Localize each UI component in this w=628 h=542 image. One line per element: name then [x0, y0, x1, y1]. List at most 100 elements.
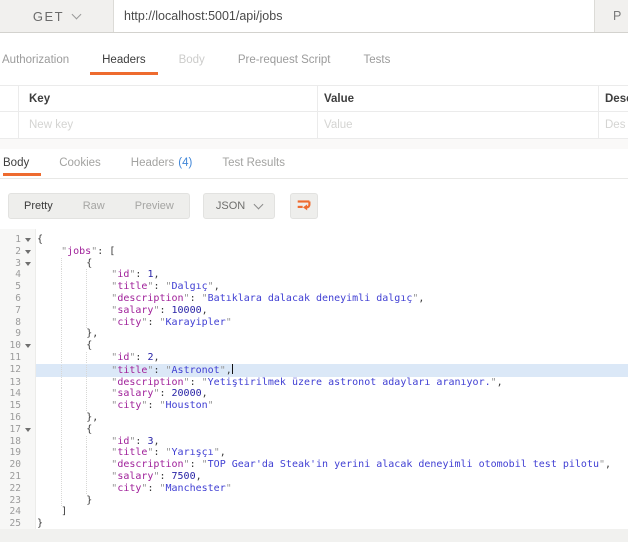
line-number: 3 [15, 257, 21, 269]
line-number: 1 [15, 234, 21, 245]
code-line[interactable]: 1{ [0, 234, 628, 246]
new-description-input[interactable] [605, 119, 628, 131]
request-tab-headers[interactable]: Headers [90, 52, 158, 75]
code-line[interactable]: 11 "id": 2, [0, 351, 628, 364]
code-line[interactable]: 15 "city": "Houston" [0, 400, 628, 412]
code-line[interactable]: 14 "salary": 20000, [0, 388, 628, 400]
request-tab-authorization[interactable]: Authorization [2, 52, 81, 75]
line-number: 5 [15, 281, 21, 293]
code-line[interactable]: 21 "salary": 7500, [0, 470, 628, 483]
response-tab-headers[interactable]: Headers (4) [119, 156, 205, 176]
code-line[interactable]: 2 "jobs": [ [0, 246, 628, 258]
url-field-wrap [113, 0, 595, 32]
code-text: }, [36, 411, 628, 424]
code-text: { [36, 423, 628, 436]
request-tab-tests[interactable]: Tests [352, 52, 403, 75]
line-number: 19 [9, 447, 21, 459]
code-line[interactable]: 18 "id": 3, [0, 435, 628, 448]
code-line[interactable]: 3 { [0, 257, 628, 270]
code-text: "description": "TOP Gear'da Steak'in yer… [36, 459, 628, 471]
line-number: 15 [9, 400, 21, 412]
code-text: ] [37, 506, 68, 518]
new-key-input[interactable] [29, 119, 317, 131]
line-number: 8 [15, 316, 21, 328]
request-tab-body[interactable]: Body [167, 52, 217, 75]
code-line[interactable]: 12 "title": "Astronot", [0, 363, 628, 377]
line-number: 21 [9, 470, 21, 482]
code-text: "id": 3, [36, 435, 628, 448]
value-column-header: Value [317, 86, 598, 111]
code-line[interactable]: 5 "title": "Dalgıç", [0, 281, 628, 293]
code-text: "city": "Houston" [36, 400, 628, 412]
view-mode-preview[interactable]: Preview [120, 194, 189, 218]
code-text: { [36, 340, 628, 352]
request-tab-pre-request-script[interactable]: Pre-request Script [226, 52, 343, 75]
line-number: 12 [9, 363, 21, 375]
code-line[interactable]: 8 "city": "Karayipler" [0, 316, 628, 329]
code-text: "id": 2, [36, 351, 628, 364]
fold-arrow-icon[interactable] [21, 340, 36, 352]
code-line[interactable]: 7 "salary": 10000, [0, 304, 628, 317]
new-value-input[interactable] [324, 119, 598, 131]
code-text: "description": "Batıklara dalacak deneyi… [36, 292, 628, 305]
method-dropdown[interactable]: GET [0, 0, 113, 32]
fold-arrow-icon[interactable] [21, 424, 36, 436]
code-line[interactable]: 4 "id": 1, [0, 269, 628, 281]
code-line[interactable]: 13 "description": "Yetiştirilmek üzere a… [0, 376, 628, 389]
fold-arrow-icon[interactable] [21, 258, 36, 270]
response-body-editor[interactable]: 1{2 "jobs": [3 {4 "id": 1, 5 "title": "Da… [0, 229, 628, 529]
code-line[interactable]: 6 "description": "Batıklara dalacak dene… [0, 292, 628, 305]
code-line[interactable]: 20 "description": "TOP Gear'da Steak'in … [0, 459, 628, 471]
wrap-lines-button[interactable] [290, 193, 319, 219]
view-mode-raw[interactable]: Raw [68, 194, 120, 218]
code-line[interactable]: 19 "title": "Yarışçı", [0, 447, 628, 459]
row-handle-column [0, 86, 19, 111]
code-line[interactable]: 25} [0, 518, 628, 529]
code-text: { [37, 234, 44, 245]
response-tab-cookies[interactable]: Cookies [47, 156, 113, 176]
code-text: "title": "Astronot", [36, 363, 628, 377]
key-column-header: Key [29, 92, 51, 105]
row-handle [0, 112, 19, 138]
code-line[interactable]: 16 }, [0, 411, 628, 424]
line-number: 9 [15, 328, 21, 340]
code-line[interactable]: 24 ] [0, 506, 628, 518]
bottom-strip [0, 529, 628, 542]
code-text: "city": "Karayipler" [36, 316, 628, 329]
code-line[interactable]: 22 "city": "Manchester" [0, 482, 628, 495]
code-line[interactable]: 9 }, [0, 328, 628, 340]
headers-key-value-editor: Key Value Desc [0, 85, 628, 139]
code-line[interactable]: 23 } [0, 494, 628, 507]
line-number: 2 [15, 245, 21, 257]
params-button[interactable]: P [595, 0, 628, 32]
url-input[interactable] [114, 0, 594, 32]
response-tab-test-results[interactable]: Test Results [210, 156, 297, 176]
code-text: "title": "Dalgıç", [36, 281, 628, 293]
code-line[interactable]: 17 { [0, 423, 628, 436]
language-label: JSON [215, 200, 246, 212]
view-mode-pretty[interactable]: Pretty [9, 194, 68, 218]
response-tab-body[interactable]: Body [3, 156, 42, 176]
code-text: "title": "Yarışçı", [36, 447, 628, 459]
code-text: "salary": 10000, [36, 304, 628, 317]
code-line[interactable]: 10 { [0, 340, 628, 352]
language-dropdown[interactable]: JSON [202, 193, 276, 219]
line-number: 6 [15, 292, 21, 304]
fold-arrow-icon[interactable] [21, 246, 36, 258]
fold-arrow-icon[interactable] [21, 234, 36, 246]
code-text: "city": "Manchester" [36, 482, 628, 495]
